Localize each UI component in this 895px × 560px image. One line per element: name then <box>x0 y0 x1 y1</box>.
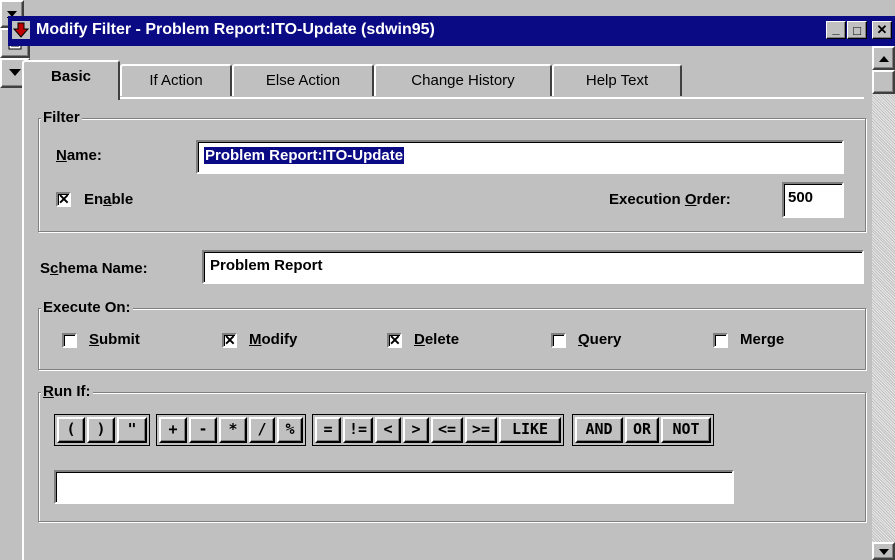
enable-label: Enable <box>84 191 134 208</box>
operator-like-button[interactable]: LIKE <box>499 417 561 443</box>
operator-less-equal-button[interactable]: <= <box>431 417 463 443</box>
schema-name-value: Problem Report <box>210 257 323 274</box>
submit-checkbox[interactable] <box>62 333 77 348</box>
triangle-down-icon <box>878 543 890 560</box>
name-value: Problem Report:ITO-Update <box>204 147 405 164</box>
operator-equals-button[interactable]: = <box>315 417 341 443</box>
delete-label: Delete <box>414 331 460 348</box>
operator-plus-button[interactable]: + <box>159 417 187 443</box>
modify-label: Modify <box>249 331 298 348</box>
merge-label: Merge <box>740 331 785 348</box>
minimize-button[interactable]: _ <box>826 21 846 39</box>
operator-greater-than-button[interactable]: > <box>403 417 429 443</box>
close-button[interactable]: ✕ <box>872 21 892 39</box>
filter-group-label: Filter <box>41 109 82 126</box>
operator-greater-equal-button[interactable]: >= <box>465 417 497 443</box>
maximize-button[interactable]: □ <box>847 21 867 39</box>
operator-modulo-button[interactable]: % <box>277 417 303 443</box>
execution-order-label: Execution Order: <box>609 191 731 208</box>
tab-else-action[interactable]: Else Action <box>232 64 374 96</box>
query-checkbox[interactable] <box>551 333 566 348</box>
window-title: Modify Filter - Problem Report:ITO-Updat… <box>36 21 435 38</box>
maximize-icon: □ <box>853 22 861 38</box>
tab-label: Basic <box>50 68 92 85</box>
app-icon <box>12 21 30 39</box>
tab-if-action[interactable]: If Action <box>120 64 232 96</box>
scroll-down-button[interactable] <box>872 542 895 560</box>
tab-change-history[interactable]: Change History <box>374 64 552 96</box>
merge-checkbox[interactable] <box>713 333 728 348</box>
operator-or-button[interactable]: OR <box>625 417 659 443</box>
operator-open-paren-button[interactable]: ( <box>57 417 85 443</box>
modify-checkbox[interactable]: ✕ <box>222 333 237 348</box>
tab-label: Help Text <box>585 72 649 89</box>
execution-order-field[interactable]: 500 <box>782 182 844 218</box>
tab-basic[interactable]: Basic <box>22 60 120 100</box>
minimize-icon: _ <box>832 20 840 36</box>
operator-not-equals-button[interactable]: != <box>343 417 373 443</box>
triangle-down-icon <box>8 65 22 82</box>
close-icon: ✕ <box>876 22 888 37</box>
title-bar[interactable]: Modify Filter - Problem Report:ITO-Updat… <box>8 16 895 46</box>
operator-divide-button[interactable]: / <box>249 417 275 443</box>
operator-minus-button[interactable]: - <box>189 417 217 443</box>
schema-name-select[interactable]: Problem Report <box>202 250 864 284</box>
submit-label: Submit <box>89 331 140 348</box>
delete-checkbox[interactable]: ✕ <box>387 333 402 348</box>
tab-help-text[interactable]: Help Text <box>552 64 682 96</box>
vertical-scrollbar[interactable] <box>872 46 895 560</box>
operator-and-button[interactable]: AND <box>575 417 623 443</box>
tab-label: Else Action <box>265 72 341 89</box>
enable-checkbox[interactable]: ✕ <box>56 192 71 207</box>
operator-close-paren-button[interactable]: ) <box>87 417 115 443</box>
scroll-up-button[interactable] <box>872 46 895 70</box>
run-if-group-label: Run If: <box>41 383 93 400</box>
operator-quote-button[interactable]: " <box>117 417 147 443</box>
run-if-expression-input[interactable] <box>54 470 734 504</box>
triangle-up-icon <box>878 50 890 67</box>
filter-group: Filter <box>38 109 866 232</box>
modify-filter-window: Modify Filter - Problem Report:ITO-Updat… <box>0 0 895 560</box>
name-field[interactable]: Problem Report:ITO-Update <box>196 140 844 174</box>
execution-order-value: 500 <box>788 189 814 206</box>
tab-label: Change History <box>411 72 515 89</box>
scroll-thumb[interactable] <box>872 70 895 94</box>
operator-not-button[interactable]: NOT <box>661 417 711 443</box>
operator-less-than-button[interactable]: < <box>375 417 401 443</box>
execute-on-group-label: Execute On: <box>41 299 133 316</box>
tab-label: If Action <box>149 72 203 89</box>
operator-multiply-button[interactable]: * <box>219 417 247 443</box>
schema-name-label: Schema Name: <box>40 260 148 277</box>
name-label: Name: <box>56 147 102 164</box>
query-label: Query <box>578 331 622 348</box>
